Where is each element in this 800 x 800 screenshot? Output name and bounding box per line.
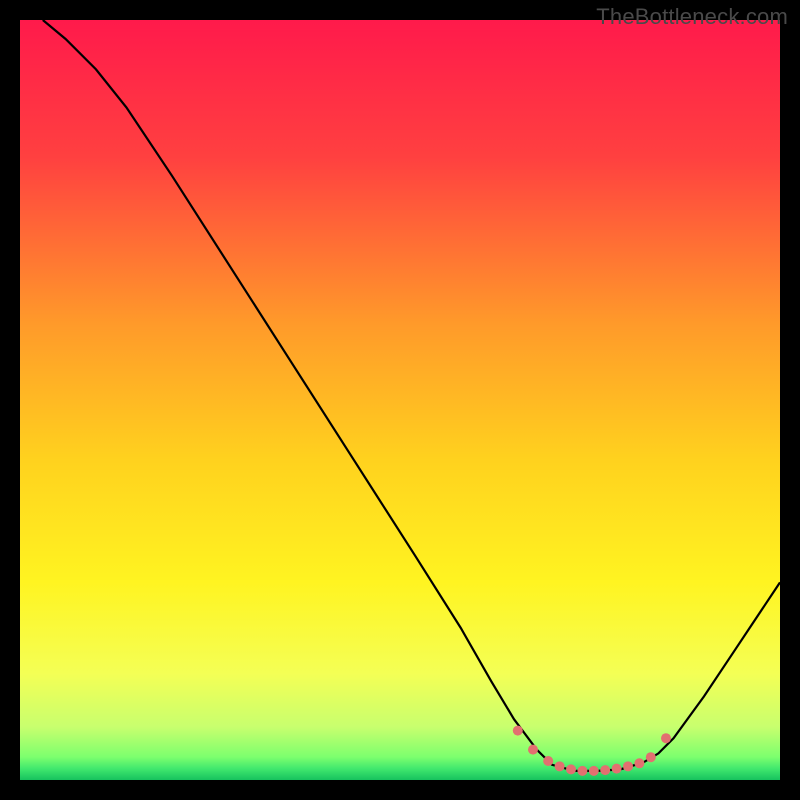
data-marker [646,752,656,762]
data-marker [600,765,610,775]
gradient-background [20,20,780,780]
data-marker [528,745,538,755]
chart-svg [20,20,780,780]
data-marker [566,764,576,774]
data-marker [623,761,633,771]
data-marker [612,764,622,774]
data-marker [555,761,565,771]
chart-frame: TheBottleneck.com [0,0,800,800]
data-marker [661,733,671,743]
watermark-label: TheBottleneck.com [596,4,788,30]
data-marker [634,758,644,768]
plot-area [20,20,780,780]
data-marker [577,766,587,776]
data-marker [543,756,553,766]
data-marker [589,766,599,776]
data-marker [513,726,523,736]
